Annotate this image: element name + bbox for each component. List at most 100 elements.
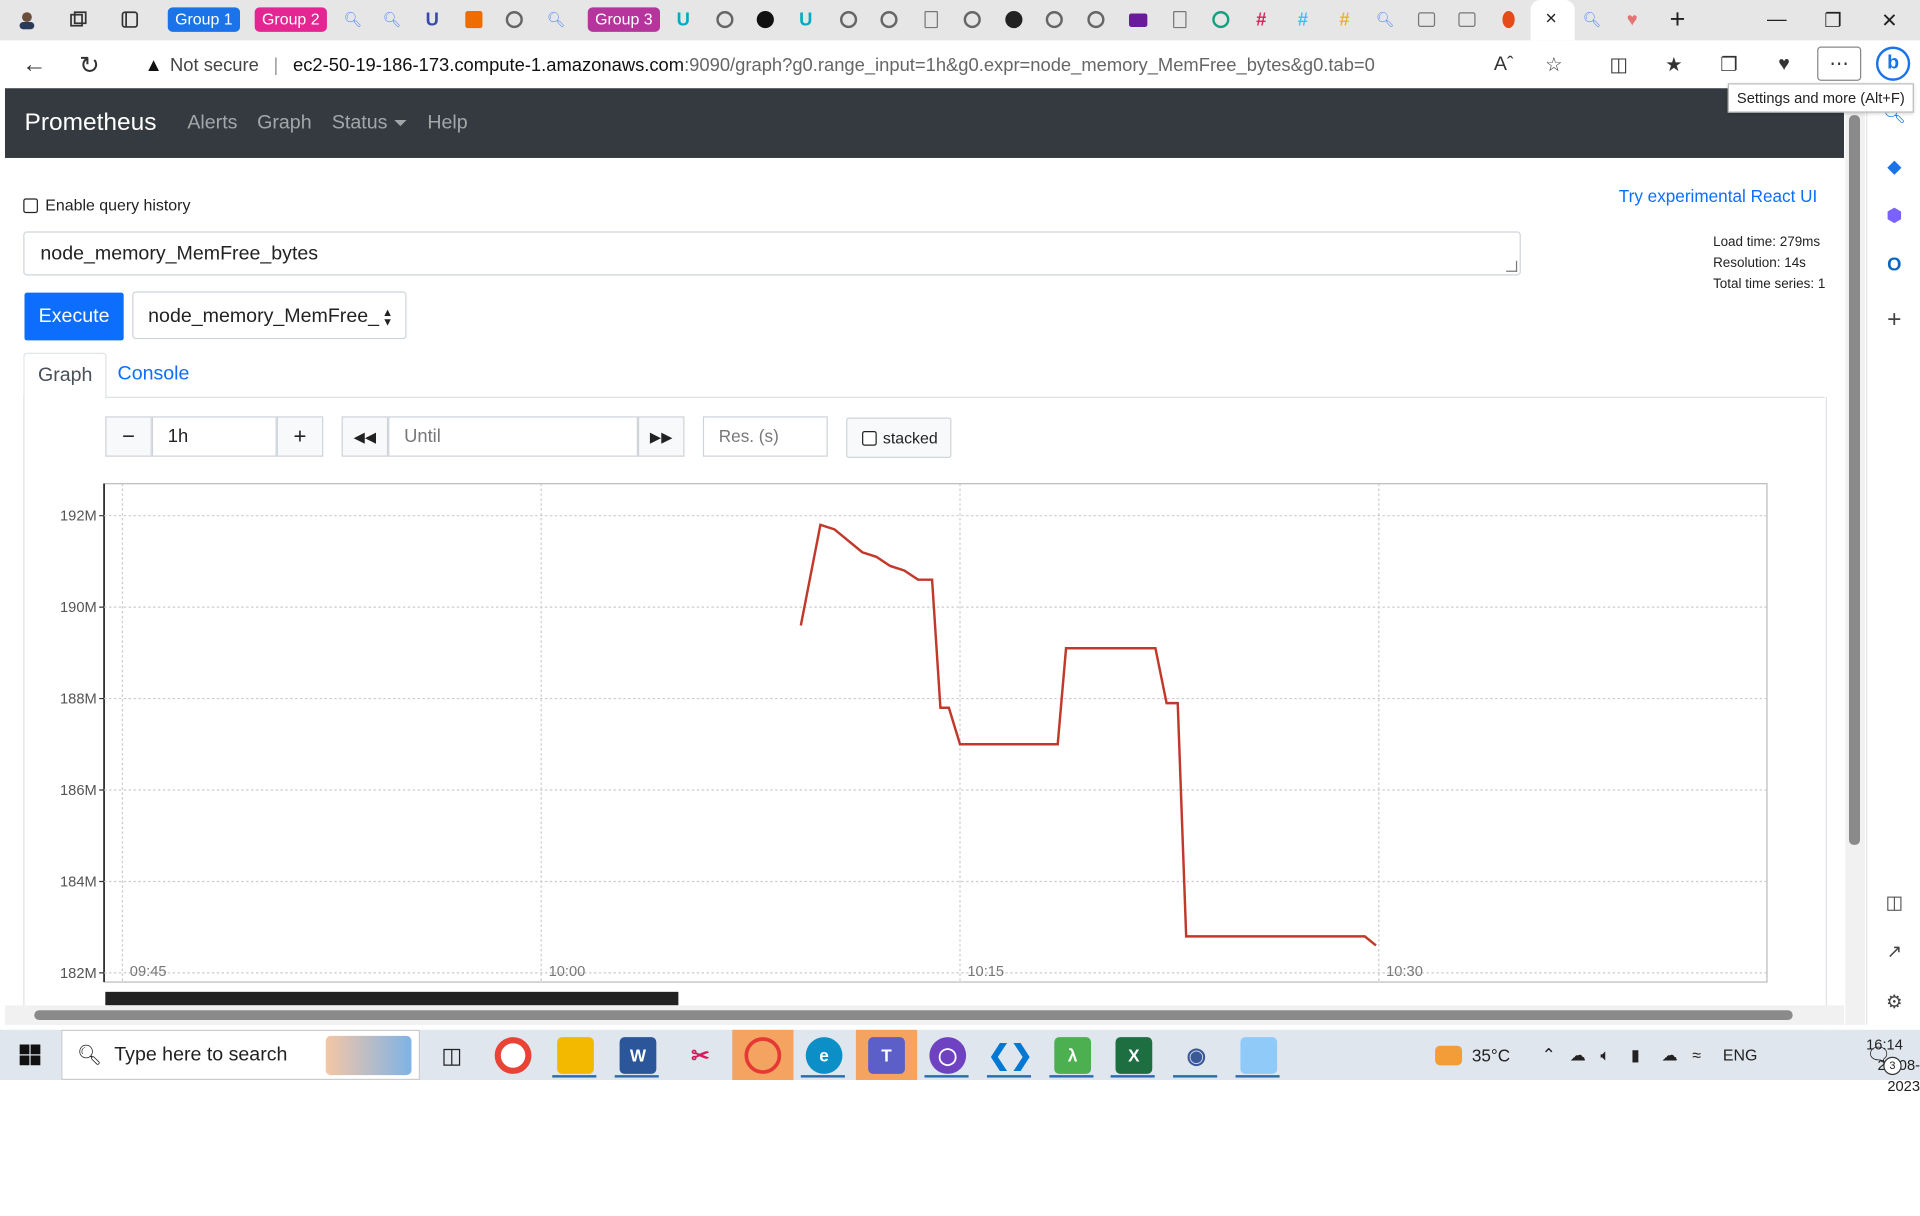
graph-range-slider[interactable] [105, 991, 679, 1006]
flame-tab-icon[interactable] [1496, 6, 1520, 33]
microsoft365-icon[interactable]: ⬢ [1883, 204, 1905, 227]
url-path[interactable]: :9090/graph?g0.range_input=1h&g0.expr=no… [684, 54, 1375, 75]
wifi-icon[interactable]: ≈ [1692, 1030, 1701, 1080]
chatgpt-tab-icon[interactable] [1209, 6, 1233, 33]
app-running-indicator [614, 1075, 659, 1078]
refresh-icon[interactable]: ↻ [72, 48, 106, 82]
github-tab-icon[interactable] [877, 6, 901, 33]
taskbar-search[interactable]: 🔍︎ Type here to search [61, 1029, 421, 1081]
notification-center[interactable]: 🗨︎ 3 [1866, 1030, 1902, 1080]
open-external-icon[interactable]: ↗ [1883, 940, 1905, 963]
page-tab-icon[interactable] [1167, 6, 1191, 33]
volume-icon[interactable]: 🔈︎ [1600, 1030, 1610, 1080]
split-screen-icon[interactable]: ◫ [1605, 51, 1632, 78]
file-explorer-icon[interactable] [557, 1037, 594, 1074]
tab-actions-icon[interactable] [115, 6, 144, 33]
github-tab-icon[interactable] [836, 6, 860, 33]
shopping-icon[interactable]: ◆ [1883, 156, 1905, 178]
slack-tab-icon[interactable]: # [1291, 6, 1315, 33]
outlook-icon[interactable]: O [1883, 253, 1905, 275]
workspaces-icon[interactable] [64, 6, 93, 33]
word-icon[interactable]: W [619, 1037, 657, 1074]
close-tab-icon[interactable]: × [1545, 9, 1556, 31]
horizontal-scroll-thumb[interactable] [34, 1010, 1793, 1021]
excel-icon[interactable]: X [1115, 1037, 1153, 1074]
performance-icon[interactable]: ♥ [1771, 51, 1798, 78]
slack-tab-icon[interactable]: # [1249, 6, 1273, 33]
sidebar-layout-icon[interactable]: ◫ [1883, 891, 1905, 914]
u-tab-icon[interactable]: U [793, 6, 817, 33]
tab-list-icon[interactable] [1455, 6, 1479, 33]
github-tab-icon[interactable] [713, 6, 737, 33]
favorites-icon[interactable]: ★ [1660, 51, 1687, 78]
page-vertical-scrollbar[interactable] [1845, 88, 1865, 1025]
github-tab-icon[interactable] [502, 6, 526, 33]
sidebar-settings-icon[interactable]: ⚙ [1883, 991, 1905, 1013]
show-hidden-icons[interactable]: ⌃ [1542, 1030, 1556, 1080]
search-tab-icon[interactable]: 🔍︎ [1580, 6, 1604, 33]
battery-icon[interactable]: ▮ [1631, 1030, 1640, 1080]
graph-chart: 192M 190M 188M 186M 184M 182M 09:45 10:00 10:15 1… [60, 483, 1768, 983]
edge-icon[interactable]: e [805, 1037, 843, 1074]
github-desktop-icon[interactable]: ◯ [929, 1037, 967, 1074]
opera-icon[interactable] [744, 1037, 782, 1074]
prometheus-page: Prometheus Alerts Graph Status Help Enab… [4, 88, 1845, 1025]
u-tab-icon[interactable]: U [671, 6, 695, 33]
heart-tab-icon[interactable]: ♥ [1620, 6, 1644, 33]
snipping-tool-icon[interactable]: ✂ [682, 1037, 719, 1074]
cloud-icon[interactable]: ☁ [1662, 1030, 1678, 1080]
github-tab-icon[interactable] [1002, 6, 1026, 33]
active-tab[interactable]: × [1530, 0, 1575, 41]
warning-icon[interactable]: ▲ [144, 54, 162, 75]
read-aloud-icon[interactable]: Aˆ [1490, 51, 1517, 78]
add-sidebar-app-icon[interactable]: + [1883, 306, 1905, 333]
mail-tab-icon[interactable] [1125, 6, 1149, 33]
profile-avatar[interactable] [12, 6, 41, 33]
tab-group-1[interactable]: Group 1 [167, 7, 240, 32]
github-tab-icon[interactable] [960, 6, 984, 33]
weather-widget[interactable]: 35°C [1435, 1030, 1510, 1080]
task-view-icon[interactable]: ◫ [433, 1037, 470, 1074]
search-tab-icon[interactable]: 🔍︎ [544, 6, 568, 33]
onedrive-icon[interactable]: ☁ [1570, 1030, 1586, 1080]
back-icon[interactable]: ← [17, 48, 51, 82]
plot-frame [103, 483, 1768, 983]
tab-group-2[interactable]: Group 2 [254, 7, 327, 32]
tab-group-3[interactable]: Group 3 [587, 7, 660, 32]
github-tab-icon[interactable] [1084, 6, 1108, 33]
vscode-icon[interactable]: ❮❯ [988, 1037, 1033, 1074]
u-tab-icon[interactable]: U [420, 6, 444, 33]
favorite-star-icon[interactable]: ☆ [1540, 51, 1567, 78]
github-tab-icon[interactable] [1042, 6, 1066, 33]
circle-tab-icon[interactable] [753, 6, 777, 33]
tab-list-icon[interactable] [1414, 6, 1438, 33]
url-field[interactable]: ▲ Not secure | ec2-50-19-186-173.compute… [144, 51, 1374, 78]
page-tab-icon[interactable] [918, 6, 942, 33]
orange-tab-icon[interactable] [462, 6, 486, 33]
search-tab-icon[interactable]: 🔍︎ [1373, 6, 1397, 33]
settings-and-more-icon[interactable]: ⋯ [1817, 46, 1862, 81]
close-window-icon[interactable]: ✕ [1861, 0, 1917, 40]
windows-start-icon[interactable] [19, 1044, 41, 1066]
search-tab-icon[interactable]: 🔍︎ [340, 6, 364, 33]
page-horizontal-scrollbar[interactable] [4, 1005, 1845, 1025]
teams-icon[interactable]: T [868, 1037, 905, 1074]
minimize-icon[interactable]: — [1749, 0, 1805, 40]
pgadmin-icon[interactable]: ◉ [1178, 1037, 1215, 1074]
app-running-indicator [1110, 1075, 1155, 1078]
terminal-icon[interactable]: λ [1054, 1037, 1092, 1074]
bing-copilot-icon[interactable]: b [1875, 46, 1911, 81]
security-label[interactable]: Not secure [170, 54, 259, 75]
url-host[interactable]: ec2-50-19-186-173.compute-1.amazonaws.co… [293, 54, 684, 75]
app-icon[interactable] [1240, 1037, 1278, 1074]
collections-icon[interactable]: ❐ [1716, 51, 1743, 78]
x-tick-label: 10:15 [967, 964, 1004, 980]
new-tab-icon[interactable]: + [1663, 4, 1692, 35]
language-indicator[interactable]: ENG [1723, 1030, 1757, 1080]
windows-taskbar: 🔍︎ Type here to search ◫ W ✂ e T ◯ ❮❯ λ … [0, 1029, 1920, 1095]
restore-icon[interactable]: ❐ [1805, 0, 1861, 40]
vertical-scroll-thumb[interactable] [1848, 115, 1861, 845]
chrome-icon[interactable] [494, 1037, 532, 1074]
slack-tab-icon[interactable]: # [1332, 6, 1356, 33]
search-tab-icon[interactable]: 🔍︎ [380, 6, 404, 33]
